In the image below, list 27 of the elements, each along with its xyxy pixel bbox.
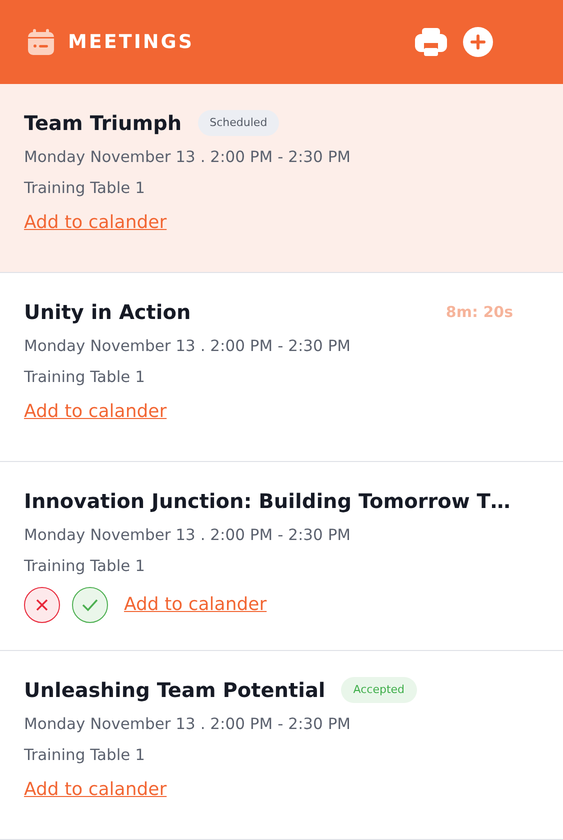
meeting-location: Training Table 1: [24, 367, 146, 388]
add-icon[interactable]: [463, 27, 493, 57]
meeting-time: Monday November 13 . 2:00 PM - 2:30 PM: [24, 336, 352, 357]
decline-button[interactable]: [24, 586, 60, 622]
printer-icon[interactable]: [415, 28, 447, 56]
calendar-icon: [26, 27, 56, 57]
meeting-time: Monday November 13 . 2:00 PM - 2:30 PM: [24, 714, 352, 735]
close-icon: [35, 598, 49, 612]
meeting-time: Monday November 13 . 2:00 PM - 2:30 PM: [24, 525, 352, 546]
meeting-title: Unity in Action: [24, 299, 191, 326]
checkmark-icon: [81, 598, 99, 612]
status-pill: Accepted: [341, 676, 417, 704]
meeting-title: Unleashing Team Potential: [24, 677, 326, 704]
meeting-item[interactable]: Innovation Junction: Building Tomorrow T… Monday November 13 . 2:00 PM - 2:30 PM Training Table 1 Add to calander: [0, 462, 563, 651]
meeting-title: Innovation Junction: Building Tomorrow T…: [24, 488, 510, 515]
status-pill: Scheduled: [198, 110, 280, 136]
page-title: MEETINGS: [68, 30, 194, 55]
meeting-location: Training Table 1: [24, 556, 146, 578]
meeting-item[interactable]: Unleashing Team Potential Accepted Monday November 13 . 2:00 PM - 2:30 PM Training Table 1 Add to calander: [0, 651, 563, 840]
meeting-location: Training Table 1: [24, 178, 146, 200]
meeting-time: Monday November 13 . 2:00 PM - 2:30 PM: [24, 147, 352, 168]
meeting-title: Team Triumph: [24, 110, 182, 137]
meeting-location: Training Table 1: [24, 745, 146, 766]
accept-button[interactable]: [72, 586, 108, 622]
meeting-item[interactable]: Team Triumph Scheduled Monday November 13 . 2:00 PM - 2:30 PM Training Table 1 Add to calander: [0, 84, 563, 273]
countdown-timer: 8m: 20s: [446, 302, 513, 323]
meeting-item[interactable]: Unity in Action 8m: 20s Monday November 13 . 2:00 PM - 2:30 PM Training Table 1 Add to calander: [0, 273, 563, 462]
